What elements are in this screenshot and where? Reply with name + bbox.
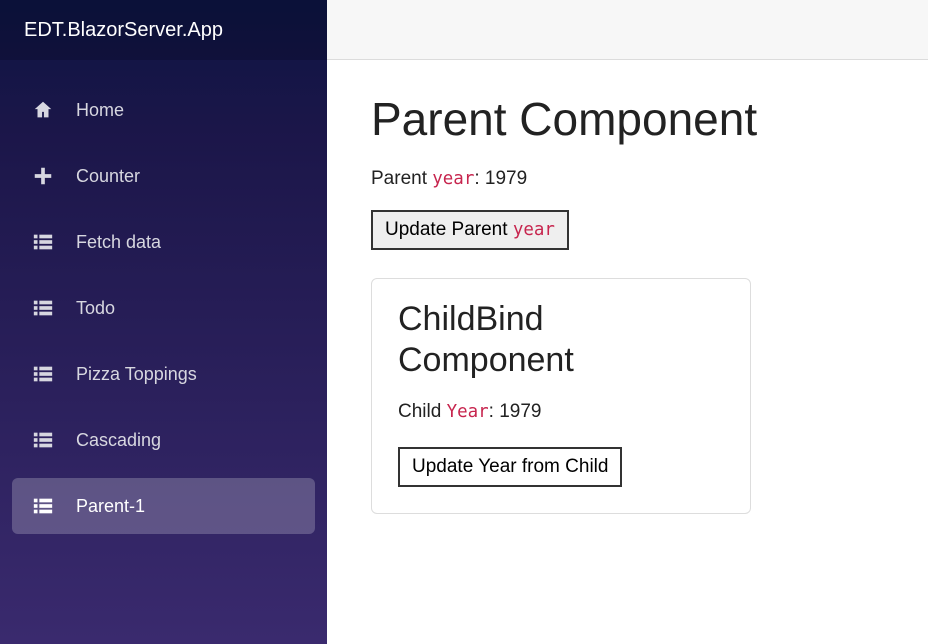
nav: Home Counter Fetch data Todo Pizza Toppi: [0, 60, 327, 644]
nav-item-cascading[interactable]: Cascading: [12, 412, 315, 468]
child-prefix: Child: [398, 401, 447, 422]
nav-label: Pizza Toppings: [76, 364, 197, 385]
child-year-value: 1979: [499, 401, 541, 422]
nav-item-todo[interactable]: Todo: [12, 280, 315, 336]
child-card: ChildBind Component Child Year: 1979 Upd…: [371, 278, 751, 514]
sidebar: EDT.BlazorServer.App Home Counter Fetch …: [0, 0, 327, 644]
nav-item-home[interactable]: Home: [12, 82, 315, 138]
list-icon: [28, 491, 58, 521]
app-brand: EDT.BlazorServer.App: [0, 0, 327, 60]
parent-year-line: Parent year: 1979: [371, 168, 884, 190]
nav-item-counter[interactable]: Counter: [12, 148, 315, 204]
main: Parent Component Parent year: 1979 Updat…: [327, 0, 928, 644]
nav-item-parent-1[interactable]: Parent-1: [12, 478, 315, 534]
nav-label: Fetch data: [76, 232, 161, 253]
topbar: [327, 0, 928, 60]
list-icon: [28, 227, 58, 257]
child-title: ChildBind Component: [398, 299, 724, 381]
page-title: Parent Component: [371, 92, 884, 146]
plus-icon: [28, 161, 58, 191]
nav-label: Home: [76, 100, 124, 121]
list-icon: [28, 425, 58, 455]
parent-prefix: Parent: [371, 168, 432, 189]
app-title: EDT.BlazorServer.App: [24, 19, 223, 42]
code-year: Year: [447, 402, 489, 422]
nav-label: Counter: [76, 166, 140, 187]
update-child-button[interactable]: Update Year from Child: [398, 447, 622, 487]
nav-label: Parent-1: [76, 496, 145, 517]
nav-label: Cascading: [76, 430, 161, 451]
code-year: year: [513, 220, 555, 240]
home-icon: [28, 95, 58, 125]
nav-item-pizza-toppings[interactable]: Pizza Toppings: [12, 346, 315, 402]
code-year: year: [432, 169, 474, 189]
value-sep: :: [489, 401, 500, 422]
child-year-line: Child Year: 1979: [398, 401, 724, 423]
list-icon: [28, 293, 58, 323]
value-sep: :: [474, 168, 485, 189]
list-icon: [28, 359, 58, 389]
nav-item-fetch-data[interactable]: Fetch data: [12, 214, 315, 270]
nav-label: Todo: [76, 298, 115, 319]
content: Parent Component Parent year: 1979 Updat…: [327, 60, 928, 538]
update-parent-button[interactable]: Update Parent year: [371, 210, 569, 250]
btn-prefix: Update Parent: [385, 219, 513, 240]
parent-year-value: 1979: [485, 168, 527, 189]
